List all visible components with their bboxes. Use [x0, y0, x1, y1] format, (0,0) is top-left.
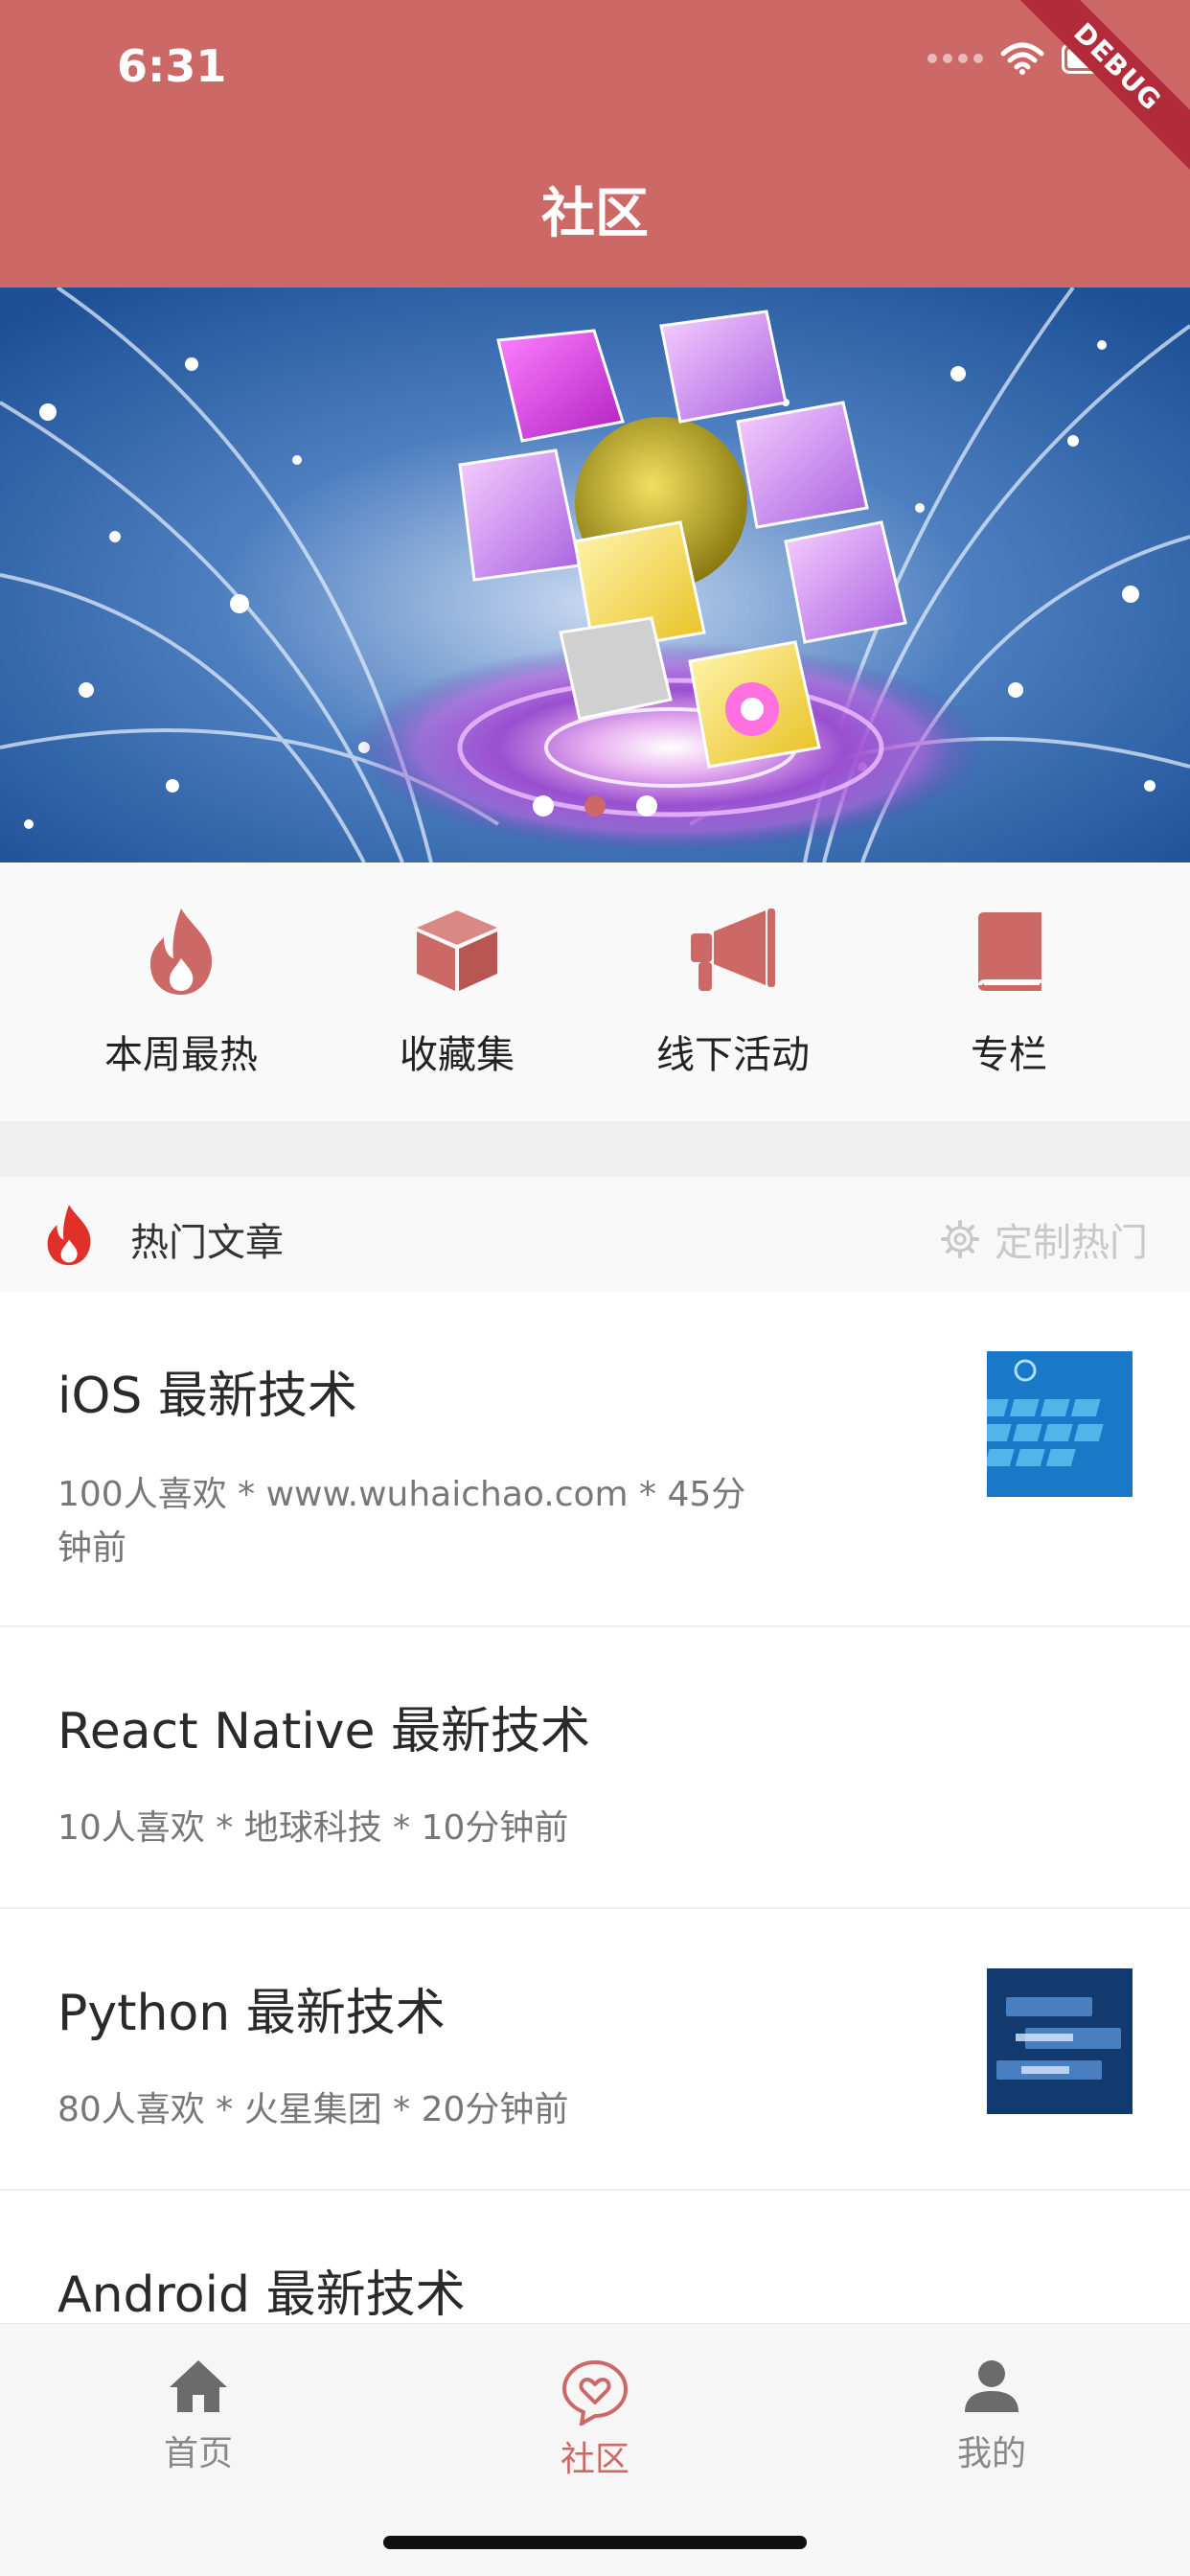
article-item[interactable]: React Native 最新技术 10人喜欢 * 地球科技 * 10分钟前: [0, 1627, 1190, 1909]
tab-community[interactable]: 社区: [490, 2358, 700, 2481]
gear-icon: [941, 1220, 979, 1258]
section-title: 热门文章: [130, 1221, 284, 1265]
quick-entry-label: 收藏集: [400, 1033, 515, 1077]
quick-entry-offline-events[interactable]: 线下活动: [595, 862, 871, 1121]
article-item[interactable]: iOS 最新技术 100人喜欢 * www.wuhaichao.com * 45…: [0, 1292, 1190, 1627]
tab-label: 首页: [163, 2434, 233, 2473]
quick-entry-bar: 本周最热 收藏集 线下活动 专栏: [0, 862, 1190, 1121]
page-dot[interactable]: [533, 795, 554, 816]
customize-hot-label: 定制热门: [995, 1221, 1148, 1265]
tab-home[interactable]: 首页: [93, 2358, 304, 2475]
quick-entry-label: 线下活动: [656, 1033, 810, 1077]
cube-icon: [409, 903, 505, 999]
signal-icon: [927, 54, 983, 63]
article-title: Android 最新技术: [57, 2266, 466, 2324]
article-list: iOS 最新技术 100人喜欢 * www.wuhaichao.com * 45…: [0, 1292, 1190, 2382]
banner-page-indicator: [0, 795, 1190, 816]
article-thumbnail: [987, 1351, 1133, 1497]
home-indicator: [383, 2536, 807, 2549]
tab-label: 社区: [560, 2440, 629, 2479]
debug-badge: DEBUG: [1000, 0, 1190, 184]
banner-image: [0, 288, 1190, 862]
app-header: 6:31 DEBUG 社区: [0, 0, 1190, 288]
quick-entry-collections[interactable]: 收藏集: [319, 862, 595, 1121]
customize-hot-button[interactable]: 定制热门: [941, 1211, 1148, 1267]
article-meta: 80人喜欢 * 火星集团 * 20分钟前: [57, 2090, 569, 2129]
banner-carousel[interactable]: [0, 288, 1190, 862]
hot-articles-header: 热门文章 定制热门: [0, 1177, 1190, 1292]
quick-entry-label: 专栏: [971, 1033, 1047, 1077]
article-title: Python 最新技术: [57, 1985, 446, 2042]
tab-mine[interactable]: 我的: [886, 2358, 1097, 2475]
quick-entry-label: 本周最热: [104, 1033, 258, 1077]
page-dot[interactable]: [636, 795, 657, 816]
wifi-icon: [1000, 42, 1044, 75]
article-meta: 100人喜欢 * www.wuhaichao.com * 45分钟前: [57, 1475, 746, 1568]
section-divider: [0, 1121, 1190, 1177]
article-item[interactable]: Python 最新技术 80人喜欢 * 火星集团 * 20分钟前: [0, 1909, 1190, 2191]
home-icon: [170, 2360, 227, 2412]
flame-icon: [133, 903, 229, 999]
article-thumbnail: [987, 1968, 1133, 2114]
quick-entry-columns[interactable]: 专栏: [871, 862, 1147, 1121]
status-time: 6:31: [117, 40, 227, 92]
heart-bubble-icon: [561, 2359, 629, 2426]
megaphone-icon: [685, 903, 781, 999]
tab-label: 我的: [956, 2434, 1026, 2473]
page-dot-active[interactable]: [584, 795, 606, 816]
article-title: React Native 最新技术: [57, 1703, 591, 1760]
page-title: 社区: [541, 183, 649, 245]
article-title: iOS 最新技术: [57, 1368, 357, 1425]
flame-icon: [42, 1202, 96, 1271]
book-icon: [961, 903, 1057, 999]
person-icon: [965, 2360, 1018, 2412]
quick-entry-weekly-hot[interactable]: 本周最热: [43, 862, 319, 1121]
article-meta: 10人喜欢 * 地球科技 * 10分钟前: [57, 1808, 569, 1848]
